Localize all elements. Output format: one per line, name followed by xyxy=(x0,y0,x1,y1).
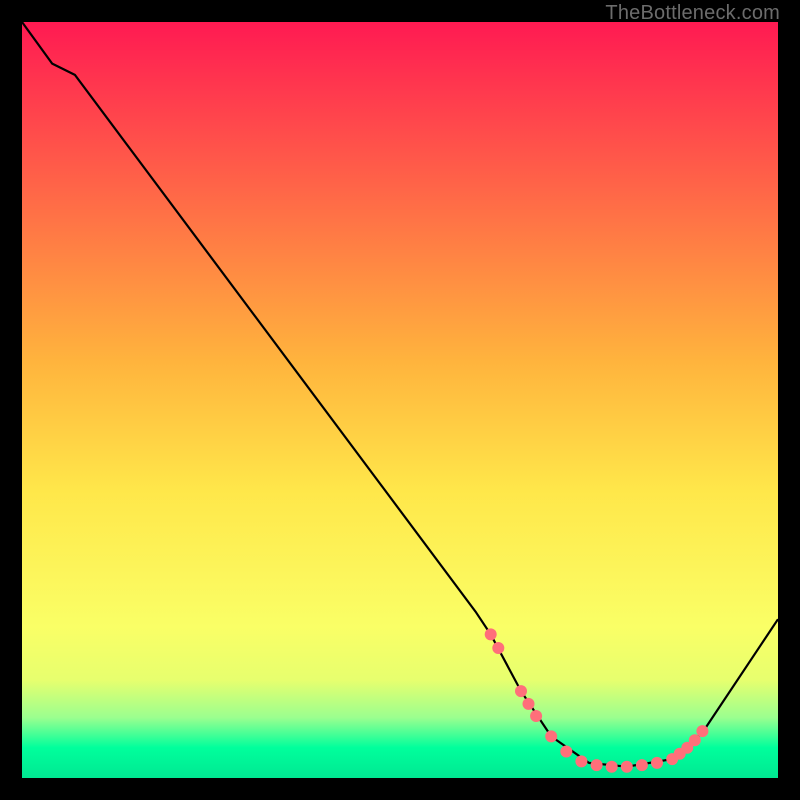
data-point xyxy=(696,725,708,737)
data-point xyxy=(591,759,603,771)
data-point xyxy=(575,755,587,767)
data-point xyxy=(515,685,527,697)
data-point xyxy=(492,642,504,654)
data-point xyxy=(636,759,648,771)
data-point xyxy=(606,761,618,773)
chart-container: TheBottleneck.com xyxy=(0,0,800,800)
data-point xyxy=(523,698,535,710)
data-point xyxy=(530,710,542,722)
data-point xyxy=(651,757,663,769)
data-point xyxy=(621,761,633,773)
data-point xyxy=(545,730,557,742)
chart-svg xyxy=(0,0,800,800)
plot-background xyxy=(22,22,778,778)
data-point xyxy=(560,746,572,758)
data-point xyxy=(485,628,497,640)
